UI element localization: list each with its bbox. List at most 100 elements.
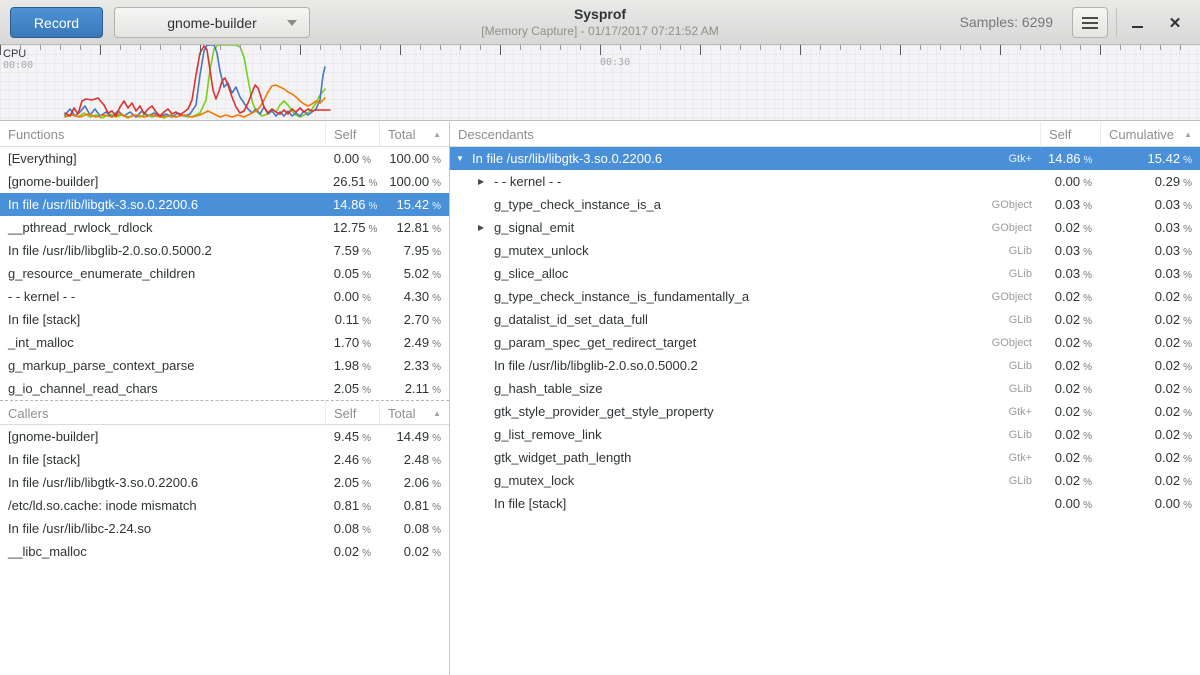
table-row[interactable]: ▶g_signal_emitGObject0.02%0.03% [450, 216, 1200, 239]
table-row[interactable]: _int_malloc1.70%2.49% [0, 331, 449, 354]
table-row[interactable]: g_datalist_id_set_data_fullGLib0.02%0.02… [450, 308, 1200, 331]
percent-value: 1.98% [325, 358, 379, 373]
table-row[interactable]: g_markup_parse_context_parse1.98%2.33% [0, 354, 449, 377]
right-panel: Descendants Self Cumulative ▲ ▼In file /… [450, 122, 1200, 675]
table-row[interactable]: In file /usr/lib/libgtk-3.so.0.2200.6 2.0… [0, 471, 449, 494]
table-row[interactable]: ▶- - kernel - -0.00%0.29% [450, 170, 1200, 193]
table-row[interactable]: g_io_channel_read_chars2.05%2.11% [0, 377, 449, 400]
process-selector[interactable]: gnome-builder [114, 7, 310, 38]
column-header-total[interactable]: Total ▲ [379, 122, 449, 147]
row-name-cell: ▶g_signal_emitGObject [450, 220, 1040, 235]
table-row[interactable]: g_type_check_instance_is_fundamentally_a… [450, 285, 1200, 308]
close-button[interactable]: ✕ [1160, 7, 1190, 38]
percent-value: 2.05% [325, 381, 379, 396]
ruler-minor-tick [920, 45, 921, 50]
function-name: In file /usr/lib/libglib-2.0.so.0.5000.2 [494, 358, 698, 373]
percent-value: 2.06% [379, 475, 449, 490]
table-row[interactable]: gtk_style_provider_get_style_propertyGtk… [450, 400, 1200, 423]
percent-value: 7.59% [325, 243, 379, 258]
table-row[interactable]: g_param_spec_get_redirect_targetGObject0… [450, 331, 1200, 354]
percent-value: 0.11% [325, 312, 379, 327]
column-header-self[interactable]: Self [325, 401, 379, 426]
menu-button[interactable] [1072, 7, 1108, 38]
ruler-major-tick [1100, 45, 1101, 55]
row-name-cell: ▶- - kernel - - [450, 174, 1040, 189]
ruler-minor-tick [780, 45, 781, 50]
percent-value: 0.02% [1100, 358, 1200, 373]
row-name-cell: g_mutex_lockGLib [450, 473, 1040, 488]
function-name: g_hash_table_size [494, 381, 602, 396]
sort-ascending-icon: ▲ [1178, 130, 1192, 139]
function-name: g_resource_enumerate_children [8, 266, 195, 281]
table-row[interactable]: - - kernel - -0.00%4.30% [0, 285, 449, 308]
table-row[interactable]: /etc/ld.so.cache: inode mismatch0.81%0.8… [0, 494, 449, 517]
table-row[interactable]: In file [stack]2.46%2.48% [0, 448, 449, 471]
table-row[interactable]: g_list_remove_linkGLib0.02%0.02% [450, 423, 1200, 446]
row-name-cell: In file /usr/lib/libgtk-3.so.0.2200.6 [0, 475, 325, 490]
percent-value: 100.00% [379, 174, 449, 189]
percent-value: 0.02% [1040, 312, 1100, 327]
row-name-cell: g_type_check_instance_is_aGObject [450, 197, 1040, 212]
function-name: In file /usr/lib/libgtk-3.so.0.2200.6 [472, 151, 662, 166]
column-header-callers[interactable]: Callers [0, 401, 325, 426]
table-row[interactable]: gtk_widget_path_lengthGtk+0.02%0.02% [450, 446, 1200, 469]
table-row[interactable]: In file [stack]0.00%0.00% [450, 492, 1200, 515]
row-name-cell: In file /usr/lib/libc-2.24.so [0, 521, 325, 536]
table-row[interactable]: In file /usr/lib/libglib-2.0.so.0.5000.2… [0, 239, 449, 262]
ruler-major-tick [300, 45, 301, 55]
table-row[interactable]: __pthread_rwlock_rdlock12.75%12.81% [0, 216, 449, 239]
column-header-self[interactable]: Self [325, 122, 379, 147]
percent-value: 0.02% [1040, 473, 1100, 488]
table-row[interactable]: [Everything]0.00%100.00% [0, 147, 449, 170]
column-header-descendants[interactable]: Descendants [450, 122, 1040, 147]
percent-value: 0.03% [1100, 266, 1200, 281]
column-header-self[interactable]: Self [1040, 122, 1100, 147]
table-row[interactable]: g_slice_allocGLib0.03%0.03% [450, 262, 1200, 285]
table-row[interactable]: g_mutex_lockGLib0.02%0.02% [450, 469, 1200, 492]
percent-value: 0.81% [325, 498, 379, 513]
table-row[interactable]: __libc_malloc0.02%0.02% [0, 540, 449, 563]
function-name: g_type_check_instance_is_fundamentally_a [494, 289, 749, 304]
library-category-label: GObject [982, 337, 1032, 349]
table-row[interactable]: In file [stack]0.11%2.70% [0, 308, 449, 331]
table-row[interactable]: [gnome-builder]9.45%14.49% [0, 425, 449, 448]
table-row[interactable]: In file /usr/lib/libc-2.24.so0.08%0.08% [0, 517, 449, 540]
ruler-minor-tick [340, 45, 341, 50]
minimize-button[interactable] [1122, 7, 1152, 38]
functions-header: Functions Self Total ▲ [0, 122, 449, 147]
column-header-functions[interactable]: Functions [0, 122, 325, 147]
sort-ascending-icon: ▲ [427, 409, 441, 418]
table-row[interactable]: g_hash_table_sizeGLib0.02%0.02% [450, 377, 1200, 400]
table-row[interactable]: g_mutex_unlockGLib0.03%0.03% [450, 239, 1200, 262]
table-row[interactable]: In file /usr/lib/libglib-2.0.so.0.5000.2… [450, 354, 1200, 377]
table-row[interactable]: In file /usr/lib/libgtk-3.so.0.2200.614.… [0, 193, 449, 216]
function-name: In file /usr/lib/libgtk-3.so.0.2200.6 [8, 475, 198, 490]
headerbar: Record gnome-builder Sysprof [Memory Cap… [0, 0, 1200, 45]
column-header-cumulative[interactable]: Cumulative ▲ [1100, 122, 1200, 147]
percent-value: 0.02% [1040, 335, 1100, 350]
ruler-minor-tick [1060, 45, 1061, 50]
function-name: /etc/ld.so.cache: inode mismatch [8, 498, 197, 513]
ruler-minor-tick [980, 45, 981, 50]
process-selector-label: gnome-builder [167, 15, 257, 31]
library-category-label: Gtk+ [998, 452, 1032, 464]
table-row[interactable]: [gnome-builder]26.51%100.00% [0, 170, 449, 193]
column-header-total[interactable]: Total ▲ [379, 401, 449, 426]
percent-value: 100.00% [379, 151, 449, 166]
expander-closed-icon[interactable]: ▶ [478, 223, 494, 232]
expander-open-icon[interactable]: ▼ [456, 154, 472, 163]
percent-value: 0.00% [1040, 496, 1100, 511]
percent-value: 0.03% [1040, 243, 1100, 258]
record-button[interactable]: Record [10, 7, 103, 38]
percent-value: 15.42% [379, 197, 449, 212]
row-name-cell: g_mutex_unlockGLib [450, 243, 1040, 258]
percent-value: 2.49% [379, 335, 449, 350]
table-row[interactable]: ▼In file /usr/lib/libgtk-3.so.0.2200.6Gt… [450, 147, 1200, 170]
table-row[interactable]: g_type_check_instance_is_aGObject0.03%0.… [450, 193, 1200, 216]
ruler-minor-tick [160, 45, 161, 50]
table-row[interactable]: g_resource_enumerate_children0.05%5.02% [0, 262, 449, 285]
expander-closed-icon[interactable]: ▶ [478, 177, 494, 186]
cpu-graph[interactable]: CPU 00:00 00:30 [0, 45, 1200, 121]
row-name-cell: g_hash_table_sizeGLib [450, 381, 1040, 396]
row-name-cell: g_list_remove_linkGLib [450, 427, 1040, 442]
